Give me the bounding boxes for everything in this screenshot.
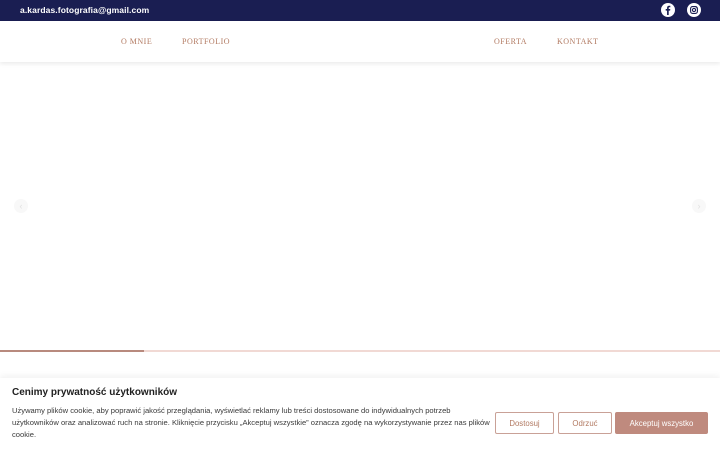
facebook-icon[interactable] [661,3,675,17]
customize-button[interactable]: Dostosuj [495,412,554,434]
contact-email[interactable]: a.kardas.fotografia@gmail.com [20,5,149,15]
nav-item-kontakt[interactable]: KONTAKT [557,37,599,46]
hero-slider [0,62,720,351]
nav-item-o-mnie[interactable]: O MNIE [121,37,152,46]
instagram-icon[interactable] [687,3,701,17]
cookie-consent-banner: Cenimy prywatność użytkowników Używamy p… [0,378,720,450]
slider-progress-fill [0,350,144,352]
slider-prev-arrow[interactable]: ‹ [14,199,28,213]
reject-button[interactable]: Odrzuć [558,412,612,434]
nav-item-oferta[interactable]: OFERTA [494,37,527,46]
cookie-banner-text: Używamy plików cookie, aby poprawić jako… [12,406,490,439]
slider-next-arrow[interactable]: › [692,199,706,213]
cookie-banner-title: Cenimy prywatność użytkowników [12,387,178,398]
slider-progress-bar [0,350,720,352]
nav-item-portfolio[interactable]: PORTFOLIO [182,37,230,46]
top-bar: a.kardas.fotografia@gmail.com [0,0,720,21]
accept-all-button[interactable]: Akceptuj wszystko [615,412,708,434]
main-navigation: O MNIE PORTFOLIO OFERTA KONTAKT [0,21,720,62]
